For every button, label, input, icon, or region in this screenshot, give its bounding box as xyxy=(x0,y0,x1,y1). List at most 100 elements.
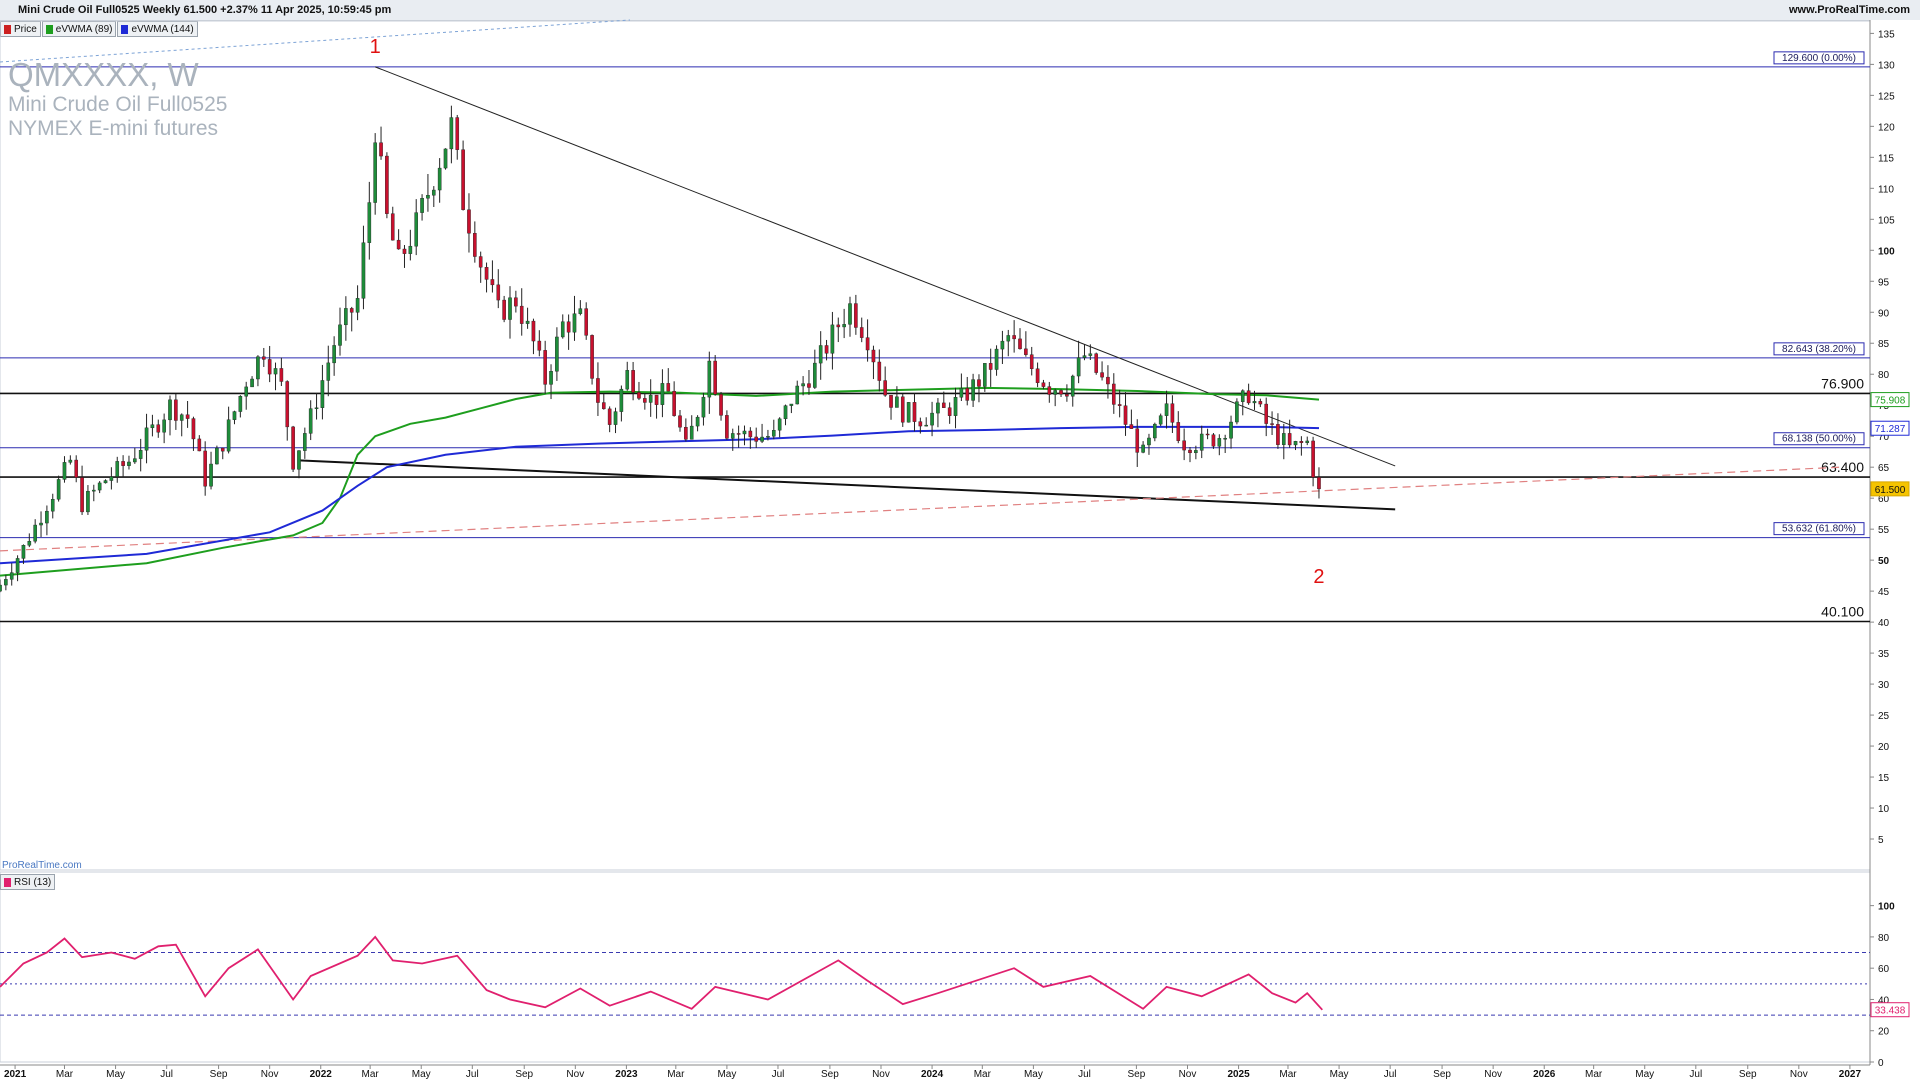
candle-body-up xyxy=(33,524,37,542)
candle-body-up xyxy=(1006,335,1011,342)
candle-body-up xyxy=(549,371,553,385)
candle-body-down xyxy=(678,415,682,428)
candle-body-down xyxy=(1182,440,1186,451)
x-tick-label: 2027 xyxy=(1839,1069,1862,1080)
candle-body-down xyxy=(807,383,811,388)
candle-body-up xyxy=(449,117,454,150)
candle-body-up xyxy=(86,490,90,513)
x-tick-label: 2024 xyxy=(921,1069,944,1080)
candle-body-up xyxy=(789,403,794,406)
candle-body-down xyxy=(519,305,524,324)
y-tick-label: 50 xyxy=(1878,556,1890,567)
candle-body-up xyxy=(1053,390,1057,395)
candle-body-up xyxy=(443,148,448,169)
x-tick-label: Mar xyxy=(1279,1069,1297,1080)
y-tick-label: 85 xyxy=(1878,339,1890,350)
candle-body-up xyxy=(848,303,852,325)
candle-body-up xyxy=(103,480,108,484)
support-level-label: 63.400 xyxy=(1821,459,1864,475)
candle-body-down xyxy=(496,284,501,301)
candle-body-up xyxy=(97,482,102,491)
candle-body-down xyxy=(965,388,970,401)
candle-body-down xyxy=(1246,390,1251,404)
candle-body-down xyxy=(889,395,893,408)
candle-body-up xyxy=(420,198,424,213)
candle-body-up xyxy=(338,324,342,346)
candle-body-up xyxy=(162,419,166,433)
price-chart[interactable]: 5101520253035404550556065707580859095100… xyxy=(0,0,1920,1080)
candle-body-down xyxy=(566,321,571,333)
chart-window: Mini Crude Oil Full0525 Weekly 61.500 +2… xyxy=(0,0,1920,1080)
candle-body-down xyxy=(672,390,676,416)
candle-body-down xyxy=(543,350,547,385)
candle-body-down xyxy=(1270,423,1274,425)
candle-body-up xyxy=(133,458,137,463)
candle-body-up xyxy=(27,541,32,546)
candle-body-up xyxy=(109,476,114,481)
watermark-symbol: QMXXXX, W xyxy=(8,56,199,93)
candle-body-up xyxy=(783,405,788,420)
candle-body-down xyxy=(1123,405,1128,425)
candle-body-down xyxy=(1317,477,1321,490)
candle-body-up xyxy=(771,430,776,437)
candle-body-up xyxy=(777,418,782,431)
candle-body-up xyxy=(215,447,219,465)
candle-body-up xyxy=(701,396,706,418)
x-tick-label: 2021 xyxy=(4,1069,27,1080)
candle-body-up xyxy=(39,522,43,526)
candle-body-up xyxy=(138,450,143,459)
x-tick-label: Jul xyxy=(466,1069,479,1080)
candle-body-down xyxy=(203,450,207,487)
y-tick-label: 45 xyxy=(1878,587,1890,598)
candle-body-down xyxy=(1211,434,1216,447)
support-level-label: 40.100 xyxy=(1821,603,1864,619)
legend-label: RSI (13) xyxy=(14,876,52,888)
axis-value-label: 61.500 xyxy=(1875,485,1906,496)
candle-body-up xyxy=(250,378,254,388)
candle-body-down xyxy=(1299,441,1304,444)
candle-body-down xyxy=(220,447,225,452)
candle-body-down xyxy=(1135,428,1140,453)
candle-body-up xyxy=(895,396,899,408)
candle-body-down xyxy=(385,155,389,214)
candle-body-down xyxy=(631,370,635,393)
y-tick-label: 115 xyxy=(1878,153,1894,164)
x-tick-label: Nov xyxy=(1790,1069,1808,1080)
candle-body-down xyxy=(514,297,518,307)
candle-body-up xyxy=(144,427,149,451)
x-tick-label: Jul xyxy=(160,1069,173,1080)
x-tick-label: Jul xyxy=(772,1069,785,1080)
candle-body-down xyxy=(267,359,272,375)
candle-body-down xyxy=(1106,376,1110,385)
x-tick-label: May xyxy=(106,1069,125,1080)
candle-body-up xyxy=(508,297,512,320)
candle-body-up xyxy=(813,362,817,388)
x-tick-label: Jul xyxy=(1689,1069,1702,1080)
x-tick-label: Sep xyxy=(210,1069,228,1080)
candle-body-up xyxy=(209,463,213,487)
x-tick-label: 2023 xyxy=(615,1069,638,1080)
candle-body-down xyxy=(871,349,876,363)
candle-body-up xyxy=(168,399,172,421)
candle-body-up xyxy=(619,388,624,412)
candle-body-up xyxy=(707,360,712,398)
candle-body-up xyxy=(45,510,49,524)
candle-body-up xyxy=(994,348,999,370)
x-tick-label: Sep xyxy=(1433,1069,1451,1080)
y-tick-label: 65 xyxy=(1878,463,1890,474)
y-tick-label: 25 xyxy=(1878,711,1890,722)
candle-body-down xyxy=(191,418,196,440)
y-tick-label: 80 xyxy=(1878,370,1890,381)
candle-body-down xyxy=(643,398,647,403)
candle-body-down xyxy=(1065,394,1069,397)
y-tick-label: 55 xyxy=(1878,525,1890,536)
candle-body-up xyxy=(426,195,430,199)
candle-body-up xyxy=(971,379,975,401)
candle-body-up xyxy=(21,545,26,559)
candle-body-down xyxy=(261,356,266,360)
candle-body-down xyxy=(174,399,178,421)
legend-item-rsi[interactable]: RSI (13) xyxy=(0,874,56,890)
candle-body-down xyxy=(824,345,829,354)
rsi-y-tick-label: 60 xyxy=(1878,964,1890,975)
candle-body-up xyxy=(256,356,260,380)
